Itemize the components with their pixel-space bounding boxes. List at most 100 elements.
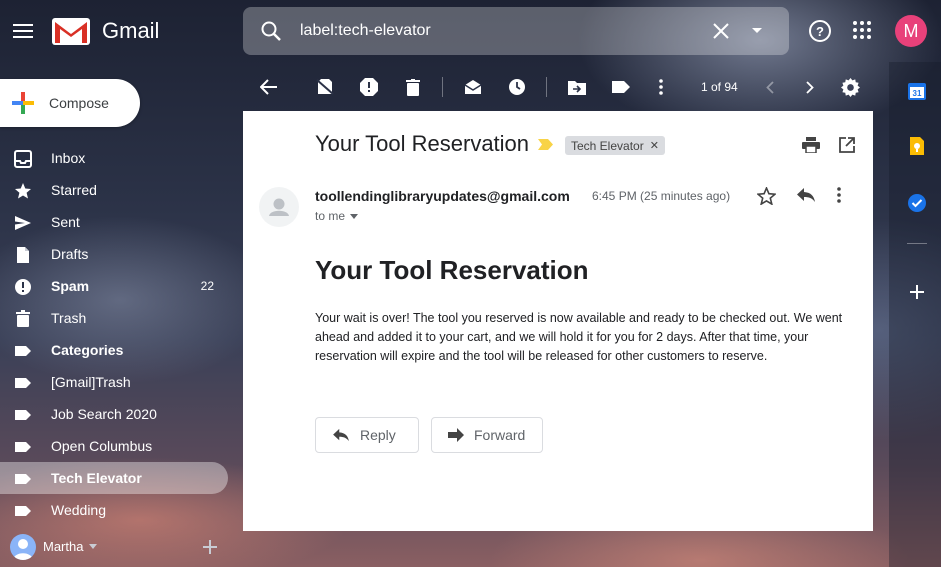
account-avatar[interactable]: M [895,15,927,47]
label-chip-text: Tech Elevator [571,138,644,153]
toolbar-divider [442,77,443,97]
report-spam-button[interactable] [359,77,379,97]
newer-button[interactable] [760,77,780,97]
chevron-right-icon [806,80,814,94]
sidebar-item-starred[interactable]: Starred [0,174,228,206]
hamburger-icon [13,24,33,38]
sidebar-item-label: Starred [51,182,97,198]
chevron-down-icon[interactable] [89,544,97,549]
tasks-icon[interactable] [907,193,927,213]
forward-button-label: Forward [474,427,526,443]
pagination-text: 1 of 94 [701,80,738,94]
sender-avatar[interactable] [259,187,299,227]
hangouts-user-row[interactable]: Martha [0,531,228,563]
compose-plus-icon [12,92,34,114]
reply-button-label: Reply [360,427,396,443]
search-icon[interactable] [259,19,283,43]
more-actions-button[interactable] [651,77,671,97]
person-icon [13,539,33,560]
search-bar[interactable] [243,7,789,55]
compose-button[interactable]: Compose [0,79,140,127]
open-in-new-window-icon[interactable] [839,137,855,153]
labels-button[interactable] [611,77,631,97]
sidebar-item-wedding[interactable]: Wedding [0,494,228,526]
recipient-details[interactable]: to me [315,209,359,223]
arrow-back-icon [260,79,277,95]
reply-button[interactable]: Reply [315,417,419,453]
label-icon [15,474,31,484]
delete-button[interactable] [403,77,423,97]
move-to-button[interactable] [567,77,587,97]
trash-icon [406,78,420,96]
sidebar-item-job-search-2020[interactable]: Job Search 2020 [0,398,228,430]
back-button[interactable] [259,77,279,97]
draft-icon [17,247,29,263]
star-icon [15,183,31,199]
svg-text:?: ? [816,24,824,39]
snooze-button[interactable] [507,77,527,97]
settings-button[interactable] [840,77,860,97]
star-outline-icon[interactable] [757,187,776,205]
message-toolbar: 1 of 94 [243,66,873,108]
sidebar-item-drafts[interactable]: Drafts [0,238,228,270]
sidebar-nav: Inbox Starred Sent Drafts Spam 22 Trash … [0,142,228,526]
sidebar-item-gmail-trash[interactable]: [Gmail]Trash [0,366,228,398]
message-time: 6:45 PM (25 minutes ago) [592,189,731,203]
importance-marker-icon[interactable] [538,139,553,150]
add-addon-icon[interactable] [907,282,927,302]
top-bar: Gmail ? M [0,0,941,62]
app-name: Gmail [102,18,160,43]
sidebar-item-sent[interactable]: Sent [0,206,228,238]
sidebar-item-label: Drafts [51,246,89,262]
sidebar-item-label: Tech Elevator [51,470,142,486]
sidebar-item-label: Open Columbus [51,438,153,454]
sidebar-item-label: Spam [51,278,90,294]
mark-unread-button[interactable] [463,77,483,97]
reply-icon [333,428,349,442]
message-heading: Your Tool Reservation [315,255,589,285]
clear-search-icon[interactable] [711,21,731,41]
gear-icon [840,77,860,97]
sidebar-item-open-columbus[interactable]: Open Columbus [0,430,228,462]
clock-icon [509,79,525,95]
sidebar-item-trash[interactable]: Trash [0,302,228,334]
calendar-icon[interactable]: 31 [907,81,927,101]
user-avatar[interactable] [10,534,36,560]
label-icon [15,442,31,452]
sidebar-item-label: Categories [51,342,124,358]
sidebar-item-tech-elevator[interactable]: Tech Elevator [0,462,228,494]
sidebar-item-label: [Gmail]Trash [51,374,131,390]
message-subject: Your Tool Reservation [315,131,530,156]
more-vert-icon[interactable] [837,187,841,203]
apps-grid-icon[interactable] [852,20,872,40]
older-button[interactable] [800,77,820,97]
message-body: Your wait is over! The tool you reserved… [315,311,843,363]
sidebar-item-inbox[interactable]: Inbox [0,142,228,174]
trash-icon [16,310,30,327]
user-name: Martha [43,539,84,554]
chevron-down-icon [350,213,359,219]
sidebar-item-categories[interactable]: Categories [0,334,228,366]
archive-button[interactable] [315,77,335,97]
remove-label-icon[interactable]: ✕ [650,139,659,152]
compose-label: Compose [49,95,109,111]
rail-divider [907,243,927,244]
sidebar-item-spam[interactable]: Spam 22 [0,270,228,302]
send-icon [15,216,31,230]
gmail-m-icon [52,18,90,45]
add-contact-icon[interactable] [202,539,218,555]
search-options-icon[interactable] [751,25,763,37]
reply-icon[interactable] [796,187,816,203]
label-icon [15,506,31,516]
label-icon [15,410,31,420]
keep-icon[interactable] [907,136,927,156]
forward-button[interactable]: Forward [431,417,543,453]
spam-icon [15,279,31,295]
print-icon[interactable] [802,137,820,153]
help-icon[interactable]: ? [808,19,832,43]
gmail-logo[interactable]: Gmail [52,16,159,46]
label-chip: Tech Elevator ✕ [565,136,665,155]
label-icon [15,378,31,388]
main-menu-button[interactable] [6,13,40,49]
search-input[interactable] [300,19,700,43]
